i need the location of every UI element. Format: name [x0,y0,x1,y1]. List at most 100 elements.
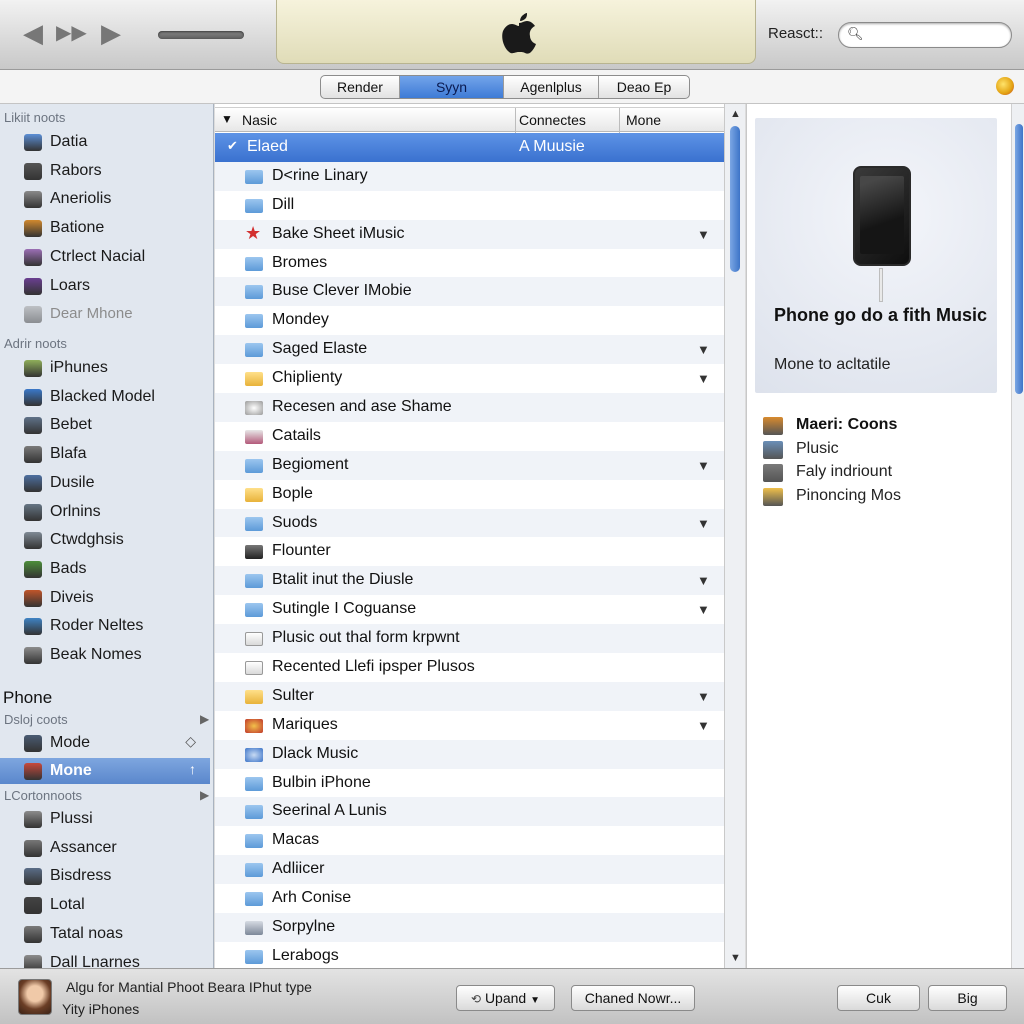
table-row[interactable]: ★ Bake Sheet iMusic ▼ [215,219,724,249]
sidebar-item-bebet[interactable]: Bebet [0,412,210,438]
scroll-up-icon[interactable]: ▲ [730,108,741,120]
table-row[interactable]: Dill [215,191,724,220]
sidebar-item-beak-nomes[interactable]: Beak Nomes [0,642,210,668]
sidebar-item-assancer[interactable]: Assancer [0,835,210,861]
sidebar-item-lotal[interactable]: Lotal [0,892,210,918]
list-scrollbar[interactable]: ▲ ▼ [724,104,745,968]
table-row[interactable]: Btalit inut the Diusle ▼ [215,566,724,596]
search-field[interactable]: 🔍︎ [838,22,1012,48]
tab-deao-ep[interactable]: Deao Ep [599,76,689,98]
column-header-mone[interactable]: Mone [626,112,661,128]
column-divider[interactable] [515,108,516,133]
table-row[interactable]: Bople [215,480,724,509]
sidebar-item-dear-mhone[interactable]: Dear Mhone [0,301,210,327]
table-row[interactable]: Sutingle I Coguanse ▼ [215,595,724,624]
table-row[interactable]: Bulbin iPhone [215,769,724,798]
chevron-down-icon[interactable]: ▼ [697,458,710,473]
tab-sync-iphone[interactable]: Syyn iPhone [400,76,504,98]
sidebar-item-label: Mone [50,762,92,779]
chevron-down-icon[interactable]: ▼ [697,342,710,357]
table-row[interactable]: Plusic out thal form krpwnt [215,624,724,654]
sidebar-item-iphunes[interactable]: iPhunes [0,355,210,381]
sync-status-icon[interactable]: ◇ [185,733,196,750]
table-row[interactable]: Sulter ▼ [215,681,724,711]
sidebar-item-ctwdghsis[interactable]: Ctwdghsis [0,527,210,553]
table-row-selected[interactable]: ✔ Elaed A Muusie [215,133,724,162]
sidebar-item-dusile[interactable]: Dusile [0,470,210,496]
tab-agenlplus[interactable]: Agenlplus [504,76,599,98]
chaned-now-button[interactable]: Chaned Nowr... [571,985,695,1011]
sidebar-item-roder-neltes[interactable]: Roder Neltes [0,613,210,639]
table-row[interactable]: Bromes [215,249,724,278]
table-row[interactable]: Arh Conise [215,884,724,913]
table-row[interactable]: Suods ▼ [215,508,724,538]
table-row[interactable]: D<rine Linary [215,161,724,191]
table-row[interactable]: Flounter [215,537,724,566]
play-icon[interactable]: ▶ [96,18,126,48]
device-promo-card[interactable]: Phone go do a fith Music Mone to acltati… [755,118,997,393]
sidebar-item-diveis[interactable]: Diveis [0,585,210,611]
scroll-thumb[interactable] [730,126,740,272]
chevron-down-icon[interactable]: ▼ [697,689,710,704]
sidebar-item-mode[interactable]: Mode ◇ [0,730,210,756]
chevron-down-icon[interactable]: ▼ [697,718,710,733]
sidebar-item-batione[interactable]: Batione [0,215,210,241]
column-divider[interactable] [619,108,620,133]
sidebar-item-tatal-noas[interactable]: Tatal noas [0,921,210,947]
checkmark-icon[interactable]: ✔ [227,138,238,154]
sidebar-item-bads[interactable]: Bads [0,556,210,582]
table-row[interactable]: Seerinal A Lunis [215,797,724,827]
sidebar-item-mone[interactable]: Mone ↑ [0,758,210,784]
chevron-down-icon[interactable]: ▼ [697,516,710,531]
column-header-connectes[interactable]: Connectes [519,112,586,128]
table-row[interactable]: Mariques ▼ [215,711,724,740]
sidebar-item-blafa[interactable]: Blafa [0,441,210,467]
table-row[interactable]: Recented Llefi ipsper Plusos [215,653,724,682]
chevron-down-icon[interactable]: ▼ [697,371,710,386]
scroll-down-icon[interactable]: ▼ [730,952,741,964]
sort-caret-icon[interactable]: ▼ [221,112,233,126]
search-input[interactable] [865,26,1005,44]
table-row[interactable]: Buse Clever IMobie [215,277,724,307]
chevron-down-icon[interactable]: ▼ [697,602,710,617]
table-row[interactable]: Saged Elaste ▼ [215,335,724,365]
sidebar-item-blacked-model[interactable]: Blacked Model [0,384,210,410]
column-header-name[interactable]: Nasic [242,112,277,128]
activity-icon[interactable] [996,77,1014,95]
sidebar-item-datia[interactable]: Datia [0,129,210,155]
avatar[interactable] [18,979,52,1015]
sidebar-item-ctrlect-nacial[interactable]: Ctrlect Nacial [0,244,210,270]
sidebar-item-loars[interactable]: Loars [0,273,210,299]
detail-scrollbar[interactable] [1011,104,1024,968]
scroll-thumb[interactable] [1015,124,1023,394]
disclosure-arrow-icon[interactable]: ▶ [200,788,209,802]
sidebar-item-orlnins[interactable]: Orlnins [0,499,210,525]
big-button[interactable]: Big [928,985,1007,1011]
chevron-down-icon[interactable]: ▼ [697,573,710,588]
table-row[interactable]: Recesen and ase Shame [215,393,724,422]
sidebar-item-aneriolis[interactable]: Aneriolis [0,186,210,212]
back-icon[interactable]: ◀ [18,18,48,48]
sidebar-item-dall-lnarnes[interactable]: Dall Lnarnes [0,950,210,968]
volume-slider[interactable] [158,31,244,39]
table-row[interactable]: Sorpylne [215,913,724,942]
sidebar-item-label: Ctwdghsis [50,531,124,549]
upand-button[interactable]: ⟲ Upand ▼ [456,985,555,1011]
table-row[interactable]: Catails [215,422,724,451]
forward-icon[interactable]: ▶▶ [56,18,87,48]
eject-icon[interactable]: ↑ [189,761,196,777]
table-row[interactable]: Begioment ▼ [215,450,724,480]
table-row[interactable]: Dlack Music [215,739,724,769]
table-row[interactable]: Lerabogs [215,942,724,971]
chevron-down-icon[interactable]: ▼ [697,227,710,242]
table-row[interactable]: Chiplienty ▼ [215,364,724,393]
sidebar-item-bisdress[interactable]: Bisdress [0,863,210,889]
table-row[interactable]: Macas [215,826,724,855]
disclosure-arrow-icon[interactable]: ▶ [200,712,209,726]
table-row[interactable]: Mondey [215,306,724,335]
cuk-button[interactable]: Cuk [837,985,920,1011]
tab-render[interactable]: Render [321,76,400,98]
sidebar-item-rabors[interactable]: Rabors [0,158,210,184]
table-row[interactable]: Adliicer [215,855,724,885]
sidebar-item-plussi[interactable]: Plussi [0,806,210,832]
